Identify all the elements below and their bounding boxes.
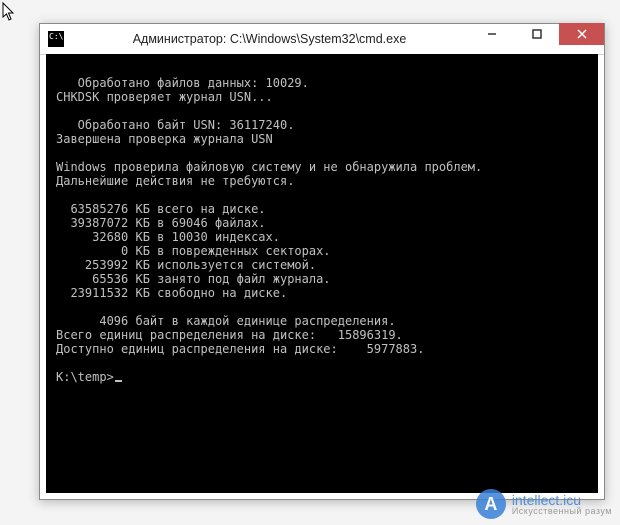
- console-scroll-area[interactable]: Обработано файлов данных: 10029. CHKDSK …: [46, 62, 598, 493]
- minimize-icon: [487, 29, 497, 39]
- cmd-icon: [48, 31, 64, 47]
- cmd-window: Администратор: C:\Windows\System32\cmd.e…: [39, 23, 605, 500]
- maximize-icon: [532, 29, 542, 39]
- maximize-button[interactable]: [514, 23, 559, 45]
- text-caret: [115, 380, 122, 382]
- watermark-line2: Искусственный разум: [512, 507, 612, 516]
- mouse-cursor: [2, 2, 16, 22]
- window-title: Администратор: C:\Windows\System32\cmd.e…: [70, 32, 469, 46]
- console-output: Обработано файлов данных: 10029. CHKDSK …: [46, 62, 596, 384]
- minimize-button[interactable]: [469, 23, 514, 45]
- close-button[interactable]: [559, 23, 604, 45]
- titlebar[interactable]: Администратор: C:\Windows\System32\cmd.e…: [40, 24, 604, 55]
- console-client-area: Обработано файлов данных: 10029. CHKDSK …: [46, 54, 598, 493]
- window-controls: [469, 24, 604, 54]
- close-icon: [577, 29, 587, 39]
